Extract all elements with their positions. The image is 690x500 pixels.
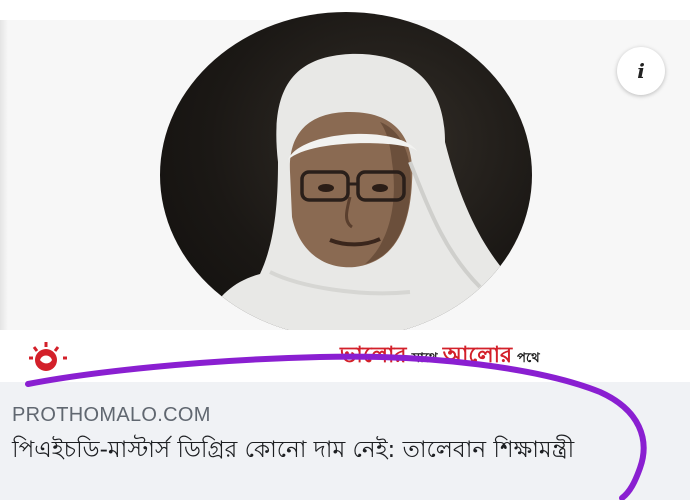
portrait-photo bbox=[160, 12, 532, 338]
info-icon: i bbox=[637, 59, 645, 83]
shared-link-card[interactable]: i ভালোর সাথে আলোর পথে PROTHOMALO.COM পিএ… bbox=[0, 0, 690, 500]
prothomalo-logo bbox=[28, 338, 70, 376]
slogan-word-3: আলোর bbox=[442, 343, 513, 368]
slogan-word-4: পথে bbox=[517, 351, 540, 366]
slogan-word-2: সাথে bbox=[411, 351, 438, 366]
brand-slogan: ভালোর সাথে আলোর পথে bbox=[340, 338, 680, 374]
link-headline[interactable]: পিএইচডি-মাস্টার্স ডিগ্রির কোনো দাম নেই: … bbox=[12, 434, 662, 466]
slogan-word-1: ভালোর bbox=[340, 343, 407, 368]
info-button[interactable]: i bbox=[617, 47, 665, 95]
link-domain: PROTHOMALO.COM bbox=[12, 404, 211, 426]
image-left-shadow bbox=[0, 20, 8, 330]
